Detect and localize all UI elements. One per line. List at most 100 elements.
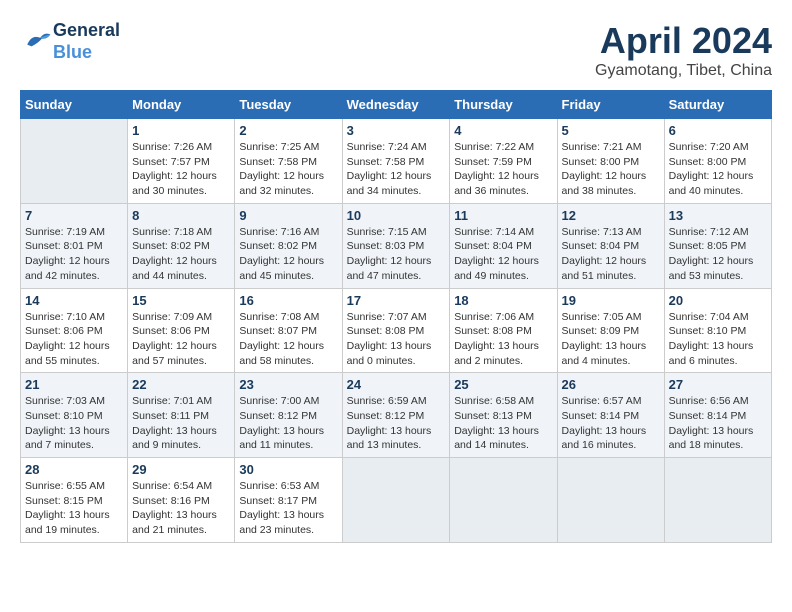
calendar-cell: 28 Sunrise: 6:55 AMSunset: 8:15 PMDayligh…	[21, 458, 128, 543]
calendar-cell: 24Sunrise: 6:59 AMSunset: 8:12 PMDayligh…	[342, 373, 450, 458]
calendar-cell: 27 Sunrise: 6:56 AMSunset: 8:14 PMDayligh…	[664, 373, 771, 458]
calendar-cell: 22 Sunrise: 7:01 AMSunset: 8:11 PMDayligh…	[128, 373, 235, 458]
title-block: April 2024 Gyamotang, Tibet, China	[595, 20, 772, 80]
day-info: Sunrise: 6:58 AMSunset: 8:13 PMDaylight:…	[454, 394, 552, 453]
day-number: 13	[669, 208, 767, 223]
calendar-cell: 30 Sunrise: 6:53 AMSunset: 8:17 PMDayligh…	[235, 458, 342, 543]
calendar-cell: 5 Sunrise: 7:21 AMSunset: 8:00 PMDaylight…	[557, 119, 664, 204]
calendar-cell	[342, 458, 450, 543]
calendar-cell: 14 Sunrise: 7:10 AMSunset: 8:06 PMDayligh…	[21, 288, 128, 373]
day-info: Sunrise: 7:10 AMSunset: 8:06 PMDaylight:…	[25, 310, 123, 369]
day-info: Sunrise: 7:03 AMSunset: 8:10 PMDaylight:…	[25, 394, 123, 453]
day-number: 5	[562, 123, 660, 138]
day-number: 26	[562, 377, 660, 392]
calendar-cell	[450, 458, 557, 543]
day-number: 17	[347, 293, 446, 308]
calendar-cell: 19 Sunrise: 7:05 AMSunset: 8:09 PMDayligh…	[557, 288, 664, 373]
calendar-cell: 1 Sunrise: 7:26 AMSunset: 7:57 PMDaylight…	[128, 119, 235, 204]
day-number: 28	[25, 462, 123, 477]
day-info: Sunrise: 7:15 AMSunset: 8:03 PMDaylight:…	[347, 225, 446, 284]
day-number: 30	[239, 462, 337, 477]
calendar-table: SundayMondayTuesdayWednesdayThursdayFrid…	[20, 90, 772, 543]
day-info: Sunrise: 7:01 AMSunset: 8:11 PMDaylight:…	[132, 394, 230, 453]
day-info: Sunrise: 7:16 AMSunset: 8:02 PMDaylight:…	[239, 225, 337, 284]
calendar-cell: 29Sunrise: 6:54 AMSunset: 8:16 PMDayligh…	[128, 458, 235, 543]
week-row-3: 14 Sunrise: 7:10 AMSunset: 8:06 PMDayligh…	[21, 288, 772, 373]
calendar-cell: 18 Sunrise: 7:06 AMSunset: 8:08 PMDayligh…	[450, 288, 557, 373]
calendar-cell: 2 Sunrise: 7:25 AMSunset: 7:58 PMDaylight…	[235, 119, 342, 204]
day-info: Sunrise: 6:56 AMSunset: 8:14 PMDaylight:…	[669, 394, 767, 453]
day-info: Sunrise: 6:57 AMSunset: 8:14 PMDaylight:…	[562, 394, 660, 453]
day-number: 6	[669, 123, 767, 138]
day-number: 11	[454, 208, 552, 223]
day-info: Sunrise: 7:24 AMSunset: 7:58 PMDaylight:…	[347, 140, 446, 199]
calendar-cell: 25 Sunrise: 6:58 AMSunset: 8:13 PMDayligh…	[450, 373, 557, 458]
calendar-cell: 13 Sunrise: 7:12 AMSunset: 8:05 PMDayligh…	[664, 203, 771, 288]
column-header-wednesday: Wednesday	[342, 91, 450, 119]
calendar-cell	[664, 458, 771, 543]
day-info: Sunrise: 7:12 AMSunset: 8:05 PMDaylight:…	[669, 225, 767, 284]
day-number: 19	[562, 293, 660, 308]
day-number: 3	[347, 123, 446, 138]
day-number: 4	[454, 123, 552, 138]
day-number: 10	[347, 208, 446, 223]
week-row-1: 1 Sunrise: 7:26 AMSunset: 7:57 PMDaylight…	[21, 119, 772, 204]
day-info: Sunrise: 7:19 AMSunset: 8:01 PMDaylight:…	[25, 225, 123, 284]
column-header-sunday: Sunday	[21, 91, 128, 119]
page-header: GeneralBlue April 2024 Gyamotang, Tibet,…	[20, 20, 772, 80]
day-number: 1	[132, 123, 230, 138]
calendar-cell: 26 Sunrise: 6:57 AMSunset: 8:14 PMDayligh…	[557, 373, 664, 458]
week-row-5: 28 Sunrise: 6:55 AMSunset: 8:15 PMDayligh…	[21, 458, 772, 543]
day-info: Sunrise: 7:18 AMSunset: 8:02 PMDaylight:…	[132, 225, 230, 284]
header-row: SundayMondayTuesdayWednesdayThursdayFrid…	[21, 91, 772, 119]
logo-text: GeneralBlue	[53, 20, 120, 63]
calendar-cell: 10 Sunrise: 7:15 AMSunset: 8:03 PMDayligh…	[342, 203, 450, 288]
day-info: Sunrise: 7:07 AMSunset: 8:08 PMDaylight:…	[347, 310, 446, 369]
day-info: Sunrise: 7:20 AMSunset: 8:00 PMDaylight:…	[669, 140, 767, 199]
day-number: 27	[669, 377, 767, 392]
calendar-cell: 17 Sunrise: 7:07 AMSunset: 8:08 PMDayligh…	[342, 288, 450, 373]
column-header-tuesday: Tuesday	[235, 91, 342, 119]
day-info: Sunrise: 7:26 AMSunset: 7:57 PMDaylight:…	[132, 140, 230, 199]
day-number: 15	[132, 293, 230, 308]
calendar-cell: 12Sunrise: 7:13 AMSunset: 8:04 PMDayligh…	[557, 203, 664, 288]
day-info: Sunrise: 6:54 AMSunset: 8:16 PMDaylight:…	[132, 479, 230, 538]
column-header-saturday: Saturday	[664, 91, 771, 119]
calendar-cell: 8 Sunrise: 7:18 AMSunset: 8:02 PMDaylight…	[128, 203, 235, 288]
day-number: 2	[239, 123, 337, 138]
day-info: Sunrise: 7:14 AMSunset: 8:04 PMDaylight:…	[454, 225, 552, 284]
location: Gyamotang, Tibet, China	[595, 62, 772, 80]
calendar-cell: 20Sunrise: 7:04 AMSunset: 8:10 PMDayligh…	[664, 288, 771, 373]
calendar-cell: 15 Sunrise: 7:09 AMSunset: 8:06 PMDayligh…	[128, 288, 235, 373]
column-header-monday: Monday	[128, 91, 235, 119]
month-title: April 2024	[595, 20, 772, 62]
day-info: Sunrise: 7:25 AMSunset: 7:58 PMDaylight:…	[239, 140, 337, 199]
day-number: 25	[454, 377, 552, 392]
day-info: Sunrise: 7:09 AMSunset: 8:06 PMDaylight:…	[132, 310, 230, 369]
day-number: 8	[132, 208, 230, 223]
calendar-cell: 7Sunrise: 7:19 AMSunset: 8:01 PMDaylight…	[21, 203, 128, 288]
day-number: 18	[454, 293, 552, 308]
calendar-cell: 3 Sunrise: 7:24 AMSunset: 7:58 PMDaylight…	[342, 119, 450, 204]
day-info: Sunrise: 6:55 AMSunset: 8:15 PMDaylight:…	[25, 479, 123, 538]
day-number: 14	[25, 293, 123, 308]
column-header-friday: Friday	[557, 91, 664, 119]
calendar-cell: 4 Sunrise: 7:22 AMSunset: 7:59 PMDaylight…	[450, 119, 557, 204]
calendar-cell	[557, 458, 664, 543]
day-info: Sunrise: 7:22 AMSunset: 7:59 PMDaylight:…	[454, 140, 552, 199]
day-info: Sunrise: 7:00 AMSunset: 8:12 PMDaylight:…	[239, 394, 337, 453]
day-number: 9	[239, 208, 337, 223]
day-number: 22	[132, 377, 230, 392]
column-header-thursday: Thursday	[450, 91, 557, 119]
week-row-2: 7Sunrise: 7:19 AMSunset: 8:01 PMDaylight…	[21, 203, 772, 288]
day-number: 21	[25, 377, 123, 392]
logo: GeneralBlue	[20, 20, 120, 63]
day-number: 24	[347, 377, 446, 392]
day-info: Sunrise: 7:04 AMSunset: 8:10 PMDaylight:…	[669, 310, 767, 369]
day-info: Sunrise: 7:06 AMSunset: 8:08 PMDaylight:…	[454, 310, 552, 369]
day-info: Sunrise: 7:21 AMSunset: 8:00 PMDaylight:…	[562, 140, 660, 199]
day-info: Sunrise: 6:53 AMSunset: 8:17 PMDaylight:…	[239, 479, 337, 538]
calendar-cell: 6 Sunrise: 7:20 AMSunset: 8:00 PMDaylight…	[664, 119, 771, 204]
calendar-cell: 16Sunrise: 7:08 AMSunset: 8:07 PMDayligh…	[235, 288, 342, 373]
day-info: Sunrise: 7:05 AMSunset: 8:09 PMDaylight:…	[562, 310, 660, 369]
